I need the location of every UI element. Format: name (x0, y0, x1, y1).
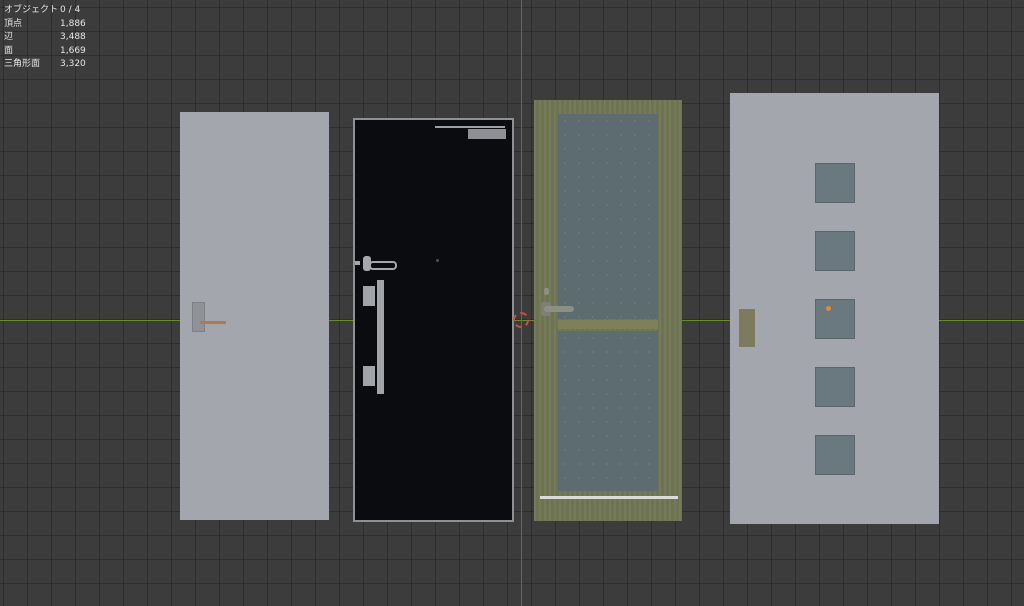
stat-label: オブジェクト (4, 5, 59, 15)
stat-value: 3,320 (60, 59, 86, 70)
3d-viewport[interactable]: オブジェクト 0 / 4 頂点 1,886 辺 3,488 面 1,669 三角… (0, 0, 1024, 606)
scene-statistics-overlay: オブジェクト 0 / 4 頂点 1,886 辺 3,488 面 1,669 三角… (4, 4, 86, 72)
stat-value: 1,886 (60, 18, 86, 29)
keyhole (544, 288, 549, 295)
wood-glass-door[interactable] (534, 100, 682, 521)
stat-label: 三角形面 (4, 59, 41, 70)
y-axis-line (521, 0, 522, 606)
door-handle-plate (192, 302, 205, 332)
small-window (815, 435, 855, 475)
upper-glass-panel (558, 114, 658, 319)
black-entrance-door[interactable] (353, 118, 514, 522)
door-closer-arm (435, 122, 505, 128)
lower-glass-panel (558, 331, 658, 491)
peephole (436, 259, 439, 262)
object-origin-icon (826, 306, 831, 311)
stat-value: 3,488 (60, 32, 86, 43)
stat-value: 1,669 (60, 45, 86, 56)
stat-row-objects: オブジェクト 0 / 4 (4, 4, 86, 18)
small-window (815, 163, 855, 203)
pull-handle-mount-top (363, 286, 375, 306)
middle-rail (558, 320, 658, 329)
pull-handle-mount-bottom (363, 366, 375, 386)
stat-label: 面 (4, 45, 14, 56)
pull-handle-bar (377, 280, 384, 394)
latch-knob (355, 261, 360, 265)
lock-thumbturn (369, 261, 397, 270)
stat-row-triangles: 三角形面 3,320 (4, 58, 86, 72)
recessed-pull-handle (739, 309, 755, 347)
stat-row-vertices: 頂点 1,886 (4, 18, 86, 32)
flush-gray-door[interactable] (180, 112, 329, 520)
3d-cursor-icon[interactable] (513, 312, 529, 328)
stat-label: 頂点 (4, 18, 23, 29)
small-window (815, 299, 855, 339)
kick-plate-line (540, 496, 678, 499)
small-window (815, 367, 855, 407)
door-closer (468, 129, 506, 139)
door-lever-handle (200, 321, 226, 324)
stat-value: 0 / 4 (60, 5, 81, 15)
small-window (815, 231, 855, 271)
stat-row-faces: 面 1,669 (4, 45, 86, 59)
stat-row-edges: 辺 3,488 (4, 31, 86, 45)
gray-door-with-windows[interactable] (730, 93, 939, 524)
stat-label: 辺 (4, 32, 14, 43)
door-lever-handle (544, 306, 574, 312)
